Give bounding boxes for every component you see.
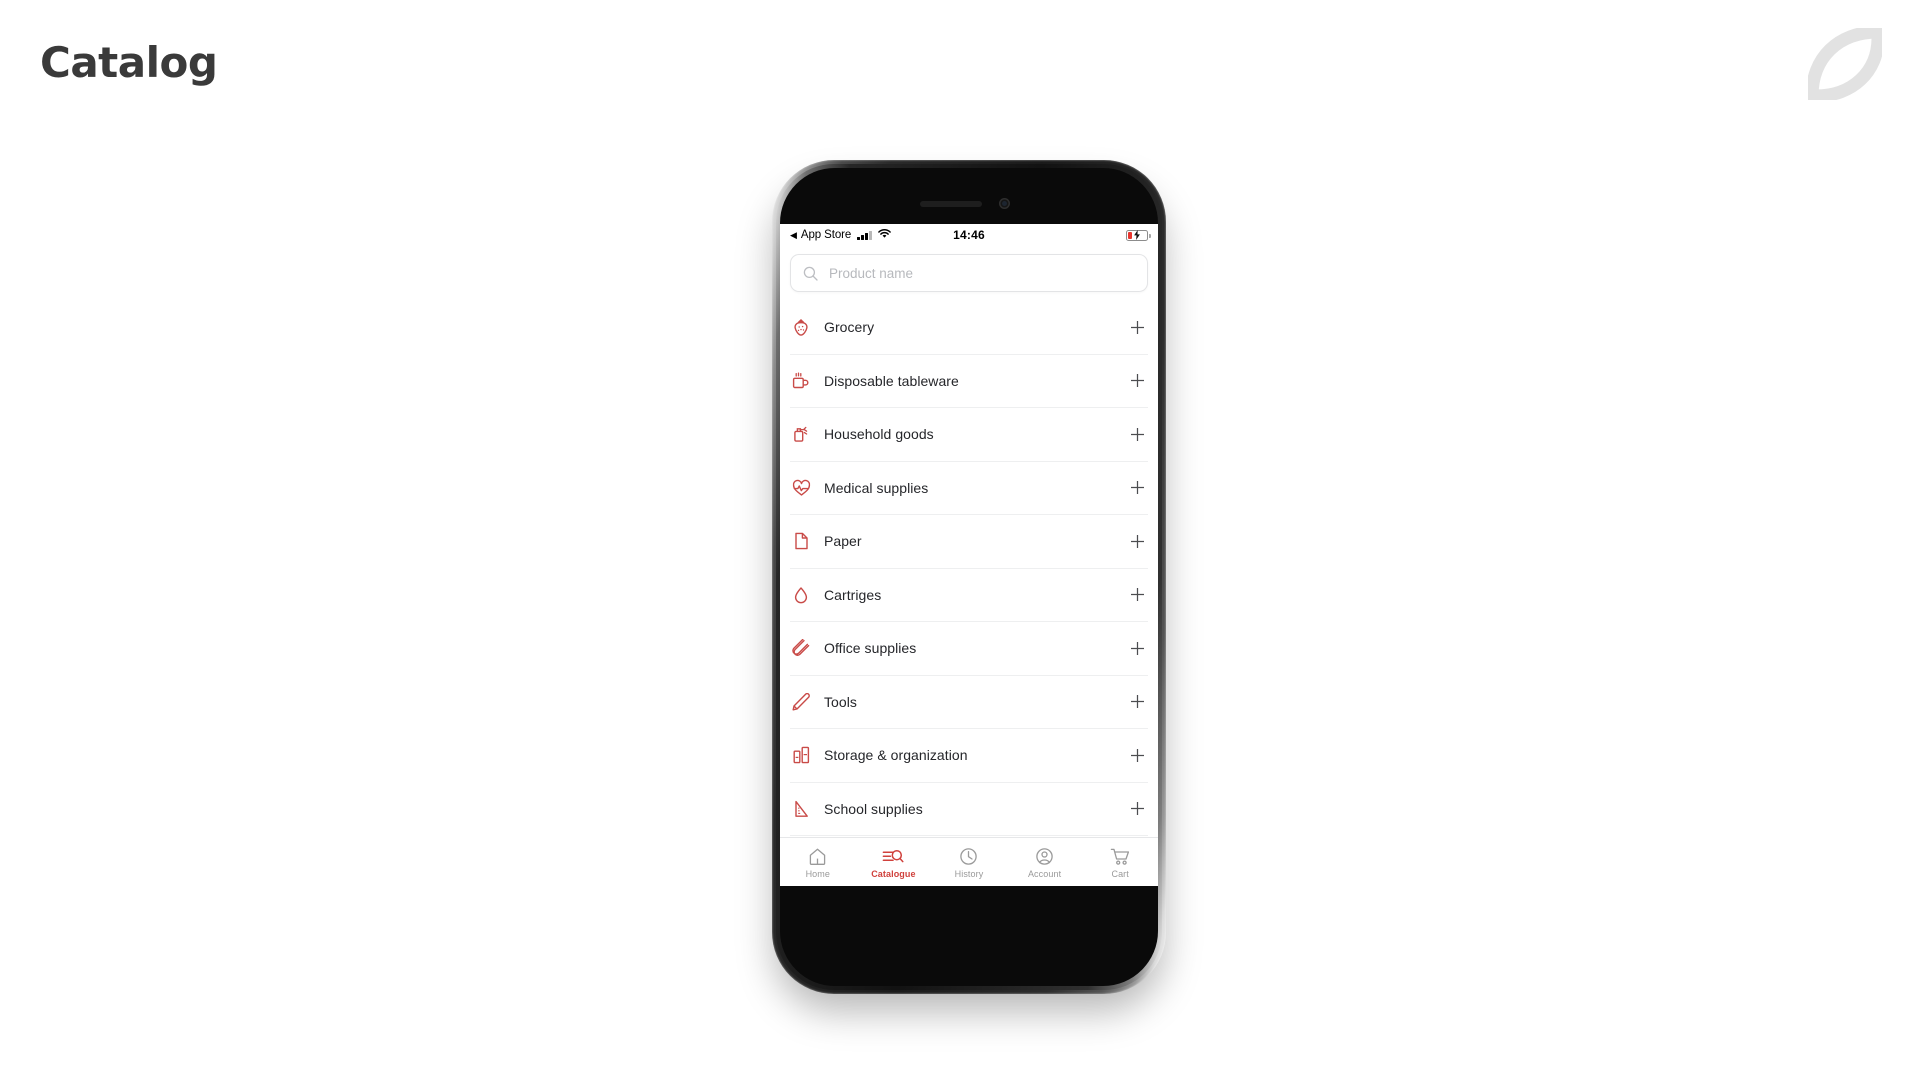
category-row-household-goods[interactable]: Household goods <box>790 408 1148 462</box>
tab-label: Catalogue <box>871 868 916 879</box>
document-icon <box>790 530 812 552</box>
category-label: Tools <box>824 693 857 710</box>
search-input[interactable] <box>827 264 1135 282</box>
search-icon <box>803 266 818 281</box>
category-label: Disposable tableware <box>824 372 959 389</box>
leaf-logo-icon <box>1805 25 1885 103</box>
paperclip-icon <box>790 637 812 659</box>
back-arrow-icon[interactable]: ◀ <box>790 230 797 240</box>
expand-category-button[interactable] <box>1126 637 1148 659</box>
expand-category-button[interactable] <box>1126 316 1148 338</box>
tab-label: Cart <box>1111 868 1129 879</box>
status-bar-left: ◀ App Store <box>790 228 953 242</box>
heart-pulse-icon <box>790 477 812 499</box>
category-label: School supplies <box>824 800 923 817</box>
category-row-tools[interactable]: Tools <box>790 676 1148 729</box>
bottom-tab-bar: Home Catalogue History Account Cart <box>780 837 1158 886</box>
tab-label: Home <box>805 868 830 879</box>
expand-category-button[interactable] <box>1126 691 1148 713</box>
screenshot-canvas: Catalog ◀ App Store 14:46 Product name G… <box>0 0 1920 1080</box>
spray-bottle-icon <box>790 423 812 445</box>
set-square-icon <box>790 798 812 820</box>
category-row-grocery[interactable]: Grocery <box>790 301 1148 355</box>
front-camera <box>999 198 1010 209</box>
category-row-medical-supplies[interactable]: Medical supplies <box>790 462 1148 515</box>
status-bar: ◀ App Store 14:46 <box>780 224 1158 246</box>
tab-catalogue[interactable]: Catalogue <box>856 846 932 879</box>
category-row-disposable-tableware[interactable]: Disposable tableware <box>790 355 1148 408</box>
category-label: Grocery <box>824 319 875 336</box>
coffee-cup-icon <box>790 370 812 392</box>
page-title: Catalog <box>40 38 218 87</box>
clock-icon <box>959 846 978 867</box>
category-label: Storage & organization <box>824 747 968 764</box>
shopping-cart-icon <box>1110 846 1131 867</box>
storage-boxes-icon <box>790 744 812 766</box>
strawberry-icon <box>790 316 812 338</box>
category-label: Medical supplies <box>824 479 929 496</box>
expand-category-button[interactable] <box>1126 477 1148 499</box>
search-area <box>780 246 1158 301</box>
pencil-icon <box>790 691 812 713</box>
category-label: Paper <box>824 533 862 550</box>
search-box[interactable] <box>790 254 1148 292</box>
expand-category-button[interactable] <box>1126 423 1148 445</box>
category-label: Office supplies <box>824 640 917 657</box>
tab-home[interactable]: Home <box>780 846 856 879</box>
tab-label: History <box>954 868 984 879</box>
phone-screen: ◀ App Store 14:46 Product name Grocery D… <box>780 224 1158 886</box>
earpiece-speaker <box>920 201 982 207</box>
ink-drop-icon <box>790 584 812 606</box>
category-row-cartriges[interactable]: Cartriges <box>790 569 1148 622</box>
carrier-label: App Store <box>800 229 852 241</box>
category-row-paper[interactable]: Paper <box>790 515 1148 569</box>
category-list: Grocery Disposable tableware Household g… <box>780 301 1158 837</box>
status-bar-right <box>985 229 1151 241</box>
expand-category-button[interactable] <box>1126 744 1148 766</box>
catalog-search-icon <box>882 846 904 867</box>
user-circle-icon <box>1035 846 1054 867</box>
expand-category-button[interactable] <box>1126 798 1148 820</box>
category-label: Household goods <box>824 426 934 443</box>
battery-charging-low-icon <box>1126 229 1151 241</box>
phone-mockup: ◀ App Store 14:46 Product name Grocery D… <box>764 152 1174 1002</box>
tab-label: Account <box>1027 868 1062 879</box>
category-row-office-supplies[interactable]: Office supplies <box>790 622 1148 676</box>
wifi-icon <box>877 228 891 242</box>
tab-cart[interactable]: Cart <box>1082 846 1158 879</box>
category-row-storage-organization[interactable]: Storage & organization <box>790 729 1148 783</box>
category-label: Cartriges <box>824 586 882 603</box>
tab-account[interactable]: Account <box>1007 846 1083 879</box>
cellular-signal-icon <box>857 230 872 240</box>
phone-body: ◀ App Store 14:46 Product name Grocery D… <box>780 168 1158 986</box>
tab-history[interactable]: History <box>931 846 1007 879</box>
category-row-school-supplies[interactable]: School supplies <box>790 783 1148 836</box>
home-icon <box>808 846 827 867</box>
expand-category-button[interactable] <box>1126 530 1148 552</box>
expand-category-button[interactable] <box>1126 370 1148 392</box>
status-bar-time: 14:46 <box>953 228 985 242</box>
expand-category-button[interactable] <box>1126 584 1148 606</box>
